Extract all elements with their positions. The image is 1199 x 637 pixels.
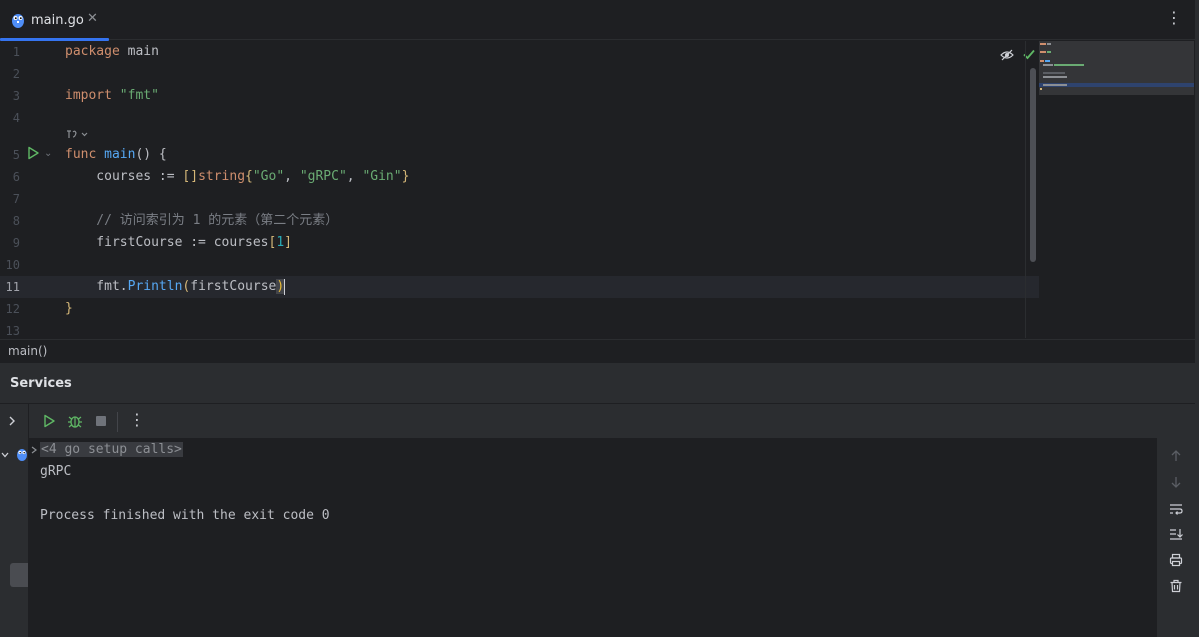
code-token: "Gin" — [362, 169, 402, 184]
code-comment: // 访问索引为 1 的元素（第二个元素） — [65, 213, 339, 228]
more-vertical-icon[interactable]: ⋮ — [1166, 10, 1182, 26]
code-line: 12 } — [0, 298, 1039, 320]
services-tool-window-header: Services — [0, 362, 1199, 403]
code-line: 1 package main — [0, 41, 1039, 63]
trash-icon[interactable] — [1169, 579, 1183, 593]
code-token: () { — [135, 147, 167, 162]
code-token: ] — [284, 235, 292, 250]
code-token: firstCourse — [190, 279, 277, 294]
close-icon[interactable]: ✕ — [87, 11, 98, 26]
scroll-to-end-icon[interactable] — [1169, 527, 1183, 541]
debug-icon[interactable] — [67, 413, 83, 429]
code-token: "gRPC" — [299, 169, 347, 184]
code-token: , — [284, 169, 300, 184]
collapse-chevron-icon[interactable] — [0, 450, 10, 460]
services-toolbar: ⋮ — [0, 403, 1199, 439]
matched-bracket: ) — [276, 279, 285, 294]
line-number: 9 — [12, 236, 20, 250]
console-line: gRPC — [40, 464, 72, 479]
go-file-icon — [12, 14, 24, 28]
code-line: 5 func main() { — [0, 144, 1039, 166]
arrow-down-icon[interactable] — [1169, 475, 1183, 489]
code-token: courses := — [65, 169, 183, 184]
code-line: 9 firstCourse := courses[1] — [0, 232, 1039, 254]
services-title: Services — [10, 376, 72, 391]
console-output[interactable]: <4 go setup calls> gRPC Process finished… — [28, 438, 1156, 637]
code-line: 2 — [0, 63, 1039, 85]
print-icon[interactable] — [1169, 553, 1183, 567]
more-vertical-icon[interactable]: ⋮ — [129, 412, 145, 428]
expand-chevron-icon[interactable] — [30, 446, 38, 454]
code-token: package — [65, 44, 120, 59]
scrollbar-thumb[interactable] — [10, 563, 28, 587]
editor-scrollbar[interactable] — [1025, 41, 1038, 338]
tab-main-go[interactable]: main.go ✕ — [0, 0, 109, 41]
text-caret — [284, 278, 286, 295]
line-number: 8 — [12, 214, 20, 228]
code-token: Println — [127, 279, 183, 294]
editor-tab-bar: main.go ✕ ⋮ — [0, 0, 1199, 41]
code-line: 13 — [0, 320, 1039, 338]
code-editor[interactable]: 1 package main 2 3 import "fmt" 4 5 func… — [0, 41, 1199, 338]
code-token: main — [96, 147, 136, 162]
go-gopher-icon — [17, 449, 27, 461]
code-line: 3 import "fmt" — [0, 85, 1039, 107]
code-token: import — [65, 88, 112, 103]
code-token: main — [119, 44, 159, 59]
line-number: 11 — [5, 280, 20, 294]
rerun-icon[interactable] — [41, 413, 57, 429]
code-token: fmt. — [65, 279, 128, 294]
code-token: firstCourse := courses — [65, 235, 269, 250]
code-line: 6 courses := []string{"Go", "gRPC", "Gin… — [0, 166, 1039, 188]
code-token: { — [245, 169, 253, 184]
breadcrumb-item-main[interactable]: main() — [8, 344, 47, 358]
line-number: 7 — [12, 192, 20, 206]
code-token: [] — [182, 169, 199, 184]
line-number: 5 — [12, 148, 20, 162]
reader-mode-eye-off-icon[interactable] — [1000, 48, 1014, 62]
code-token: 1 — [276, 235, 285, 250]
folded-setup-calls[interactable]: <4 go setup calls> — [40, 442, 183, 457]
scrollbar-thumb[interactable] — [1030, 68, 1036, 262]
line-number: 10 — [5, 258, 20, 272]
code-token: func — [65, 147, 97, 162]
code-line: 7 — [0, 188, 1039, 210]
code-token: "Go" — [252, 169, 285, 184]
line-number: 12 — [5, 302, 20, 316]
line-number: 1 — [12, 45, 20, 59]
line-number: 2 — [12, 67, 20, 81]
console-line: Process finished with the exit code 0 — [40, 508, 330, 523]
current-code-line: 11 fmt.Println(firstCourse) — [0, 276, 1039, 298]
code-token: } — [65, 301, 73, 316]
soft-wrap-icon[interactable] — [1169, 502, 1183, 516]
line-number: 6 — [12, 170, 20, 184]
tab-label: main.go — [31, 12, 84, 28]
breadcrumb: main() — [0, 339, 1199, 362]
window-edge — [1195, 0, 1199, 637]
services-tree[interactable] — [0, 438, 28, 637]
stop-icon[interactable] — [93, 413, 109, 429]
code-line: 4 — [0, 107, 1039, 129]
line-number: 3 — [12, 89, 20, 103]
run-icon[interactable] — [26, 146, 40, 160]
code-token: string — [198, 169, 246, 184]
code-token: } — [401, 169, 410, 184]
code-vision-icon[interactable] — [65, 128, 89, 140]
fold-chevron-icon[interactable]: ⌄ — [44, 148, 52, 159]
line-number: 4 — [12, 111, 20, 125]
code-line: 10 — [0, 254, 1039, 276]
line-number: 13 — [5, 324, 20, 338]
arrow-up-icon[interactable] — [1169, 449, 1183, 463]
expand-chevron-icon[interactable] — [6, 415, 18, 427]
code-line: 8 // 访问索引为 1 的元素（第二个元素） — [0, 210, 1039, 232]
code-token: "fmt" — [111, 88, 159, 103]
code-token: , — [346, 169, 363, 184]
console-side-toolbar — [1156, 438, 1195, 637]
minimap[interactable] — [1039, 41, 1194, 95]
